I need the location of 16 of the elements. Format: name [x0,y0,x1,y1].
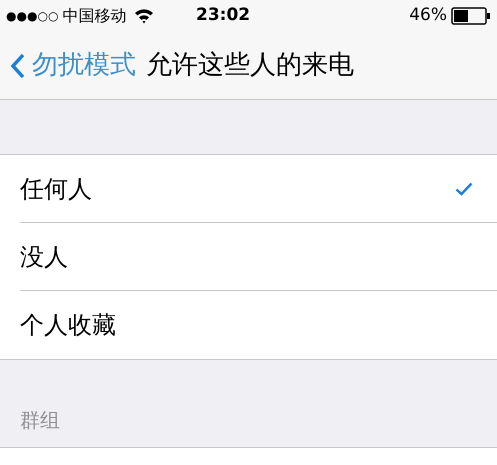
signal-dot: ○ [48,10,58,22]
carrier-name: 中国移动 [62,5,126,27]
option-row[interactable]: 没人 [20,223,497,291]
signal-dot: ● [16,10,27,22]
section-header: 群组 [20,407,60,434]
nav-title: 允许这些人的来电 [146,49,354,82]
signal-dot: ○ [37,10,48,22]
option-row[interactable]: 个人收藏 [20,291,497,359]
option-row[interactable]: 任何人 [20,155,497,223]
signal-dot: ● [6,10,16,22]
battery-icon [451,7,491,25]
wifi-icon [134,8,154,24]
clock-time: 23:02 [196,4,250,28]
back-chevron-icon [10,52,26,80]
signal-dot: ● [26,10,38,22]
battery-percent: 46% [409,4,447,28]
